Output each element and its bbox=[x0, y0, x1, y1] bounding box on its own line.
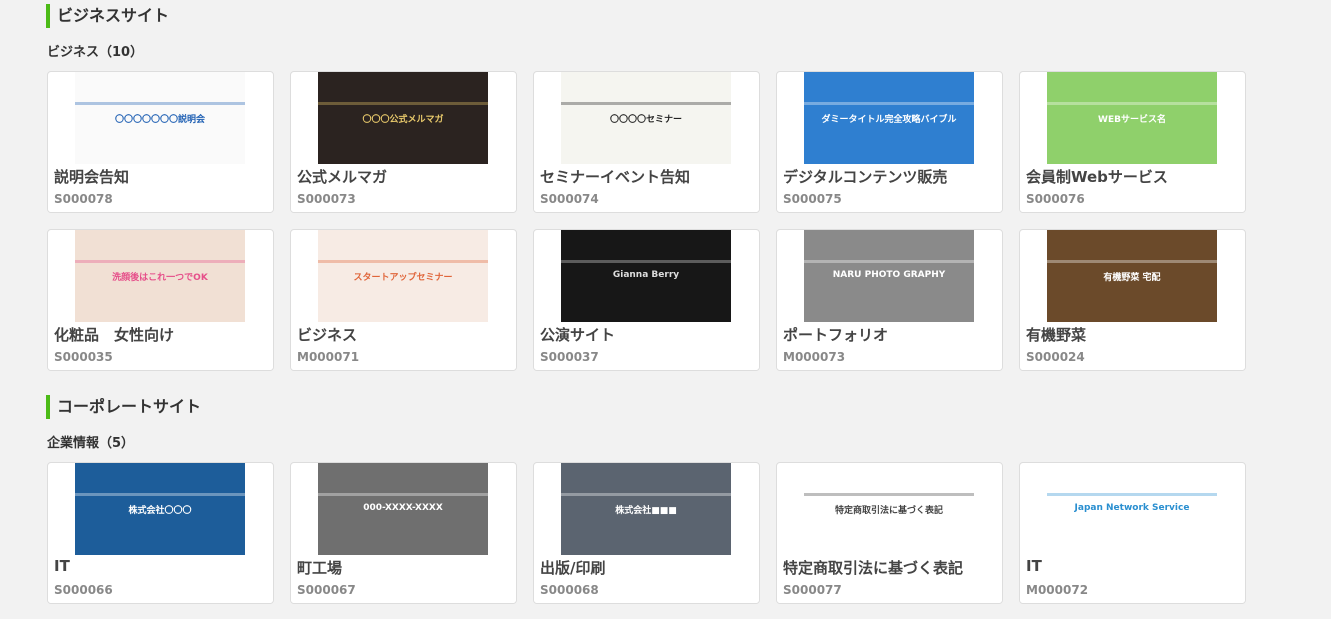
thumbnail-caption: WEBサービス名 bbox=[1098, 115, 1166, 125]
thumbnail-caption: 洗顔後はこれ一つでOK bbox=[112, 273, 208, 283]
template-name: IT bbox=[54, 557, 70, 575]
section-title-corporate-site: コーポレートサイト bbox=[46, 395, 201, 419]
template-card[interactable]: 株式会社■■■ 出版/印刷 S000068 bbox=[533, 462, 760, 604]
template-thumbnail[interactable]: 有機野菜 宅配 bbox=[1047, 230, 1217, 322]
template-card[interactable]: NARU PHOTO GRAPHY ポートフォリオ M000073 bbox=[776, 229, 1003, 371]
template-name: 町工場 bbox=[297, 559, 343, 577]
subtitle-business: ビジネス（10） bbox=[47, 45, 144, 60]
template-thumbnail[interactable]: 〇〇〇〇〇〇〇説明会 bbox=[75, 72, 245, 164]
thumbnail-caption: 〇〇〇公式メルマガ bbox=[362, 115, 444, 125]
template-thumbnail[interactable]: WEBサービス名 bbox=[1047, 72, 1217, 164]
template-name: 出版/印刷 bbox=[540, 559, 606, 577]
thumbnail-accent-band bbox=[318, 102, 488, 105]
template-code: S000076 bbox=[1026, 192, 1085, 206]
thumbnail-accent-band bbox=[1047, 102, 1217, 105]
thumbnail-caption: スタートアップセミナー bbox=[353, 273, 453, 283]
thumbnail-caption: 株式会社■■■ bbox=[615, 506, 677, 516]
template-card[interactable]: 000-XXXX-XXXX 町工場 S000067 bbox=[290, 462, 517, 604]
thumbnail-accent-band bbox=[804, 102, 974, 105]
template-thumbnail[interactable]: 000-XXXX-XXXX bbox=[318, 463, 488, 555]
template-name: セミナーイベント告知 bbox=[540, 168, 691, 186]
thumbnail-accent-band bbox=[561, 260, 731, 263]
template-thumbnail[interactable]: 〇〇〇〇セミナー bbox=[561, 72, 731, 164]
template-thumbnail[interactable]: ダミータイトル完全攻略バイブル bbox=[804, 72, 974, 164]
template-name: IT bbox=[1026, 557, 1042, 575]
thumbnail-accent-band bbox=[1047, 260, 1217, 263]
template-thumbnail[interactable]: Japan Network Service bbox=[1047, 463, 1217, 555]
template-card[interactable]: 有機野菜 宅配有機野菜 S000024 bbox=[1019, 229, 1246, 371]
thumbnail-caption: Japan Network Service bbox=[1074, 503, 1190, 513]
template-thumbnail[interactable]: 特定商取引法に基づく表記 bbox=[804, 463, 974, 555]
template-name: 有機野菜 bbox=[1026, 326, 1087, 344]
thumbnail-caption: 〇〇〇〇セミナー bbox=[609, 115, 682, 125]
template-name: 特定商取引法に基づく表記 bbox=[783, 559, 964, 577]
template-card[interactable]: WEBサービス名会員制Webサービス S000076 bbox=[1019, 71, 1246, 213]
thumbnail-caption: 特定商取引法に基づく表記 bbox=[834, 506, 943, 516]
template-name: 化粧品 女性向け bbox=[54, 326, 175, 344]
thumbnail-accent-band bbox=[318, 493, 488, 496]
thumbnail-caption: 株式会社〇〇〇 bbox=[128, 506, 192, 516]
template-code: S000074 bbox=[540, 192, 599, 206]
template-name: 公演サイト bbox=[540, 326, 616, 344]
thumbnail-caption: ダミータイトル完全攻略バイブル bbox=[821, 115, 957, 125]
template-thumbnail[interactable]: 株式会社■■■ bbox=[561, 463, 731, 555]
template-name: ビジネス bbox=[297, 326, 358, 344]
template-card[interactable]: 〇〇〇〇〇〇〇説明会説明会告知 S000078 bbox=[47, 71, 274, 213]
thumbnail-caption: Gianna Berry bbox=[612, 270, 680, 280]
template-thumbnail[interactable]: Gianna Berry bbox=[561, 230, 731, 322]
template-name: ポートフォリオ bbox=[783, 326, 889, 344]
template-card[interactable]: スタートアップセミナービジネス M000071 bbox=[290, 229, 517, 371]
template-card[interactable]: 〇〇〇〇セミナーセミナーイベント告知 S000074 bbox=[533, 71, 760, 213]
template-name: デジタルコンテンツ販売 bbox=[783, 168, 948, 186]
template-card[interactable]: 特定商取引法に基づく表記 特定商取引法に基づく表記 S000077 bbox=[776, 462, 1003, 604]
thumbnail-caption: 有機野菜 宅配 bbox=[1103, 273, 1161, 283]
thumbnail-caption: 〇〇〇〇〇〇〇説明会 bbox=[114, 115, 205, 125]
template-thumbnail[interactable]: 株式会社〇〇〇 bbox=[75, 463, 245, 555]
template-card[interactable]: 株式会社〇〇〇 IT S000066 bbox=[47, 462, 274, 604]
thumbnail-accent-band bbox=[318, 260, 488, 263]
template-code: S000068 bbox=[540, 583, 599, 597]
thumbnail-caption: 000-XXXX-XXXX bbox=[363, 503, 443, 513]
template-code: M000071 bbox=[297, 350, 360, 364]
template-card[interactable]: Gianna Berry 公演サイト S000037 bbox=[533, 229, 760, 371]
thumbnail-accent-band bbox=[1047, 493, 1217, 496]
template-thumbnail[interactable]: スタートアップセミナー bbox=[318, 230, 488, 322]
thumbnail-accent-band bbox=[804, 493, 974, 496]
section-title-business-site: ビジネスサイト bbox=[46, 4, 169, 28]
template-card[interactable]: ダミータイトル完全攻略バイブルデジタルコンテンツ販売 S000075 bbox=[776, 71, 1003, 213]
template-thumbnail[interactable]: 洗顔後はこれ一つでOK bbox=[75, 230, 245, 322]
template-name: 説明会告知 bbox=[54, 168, 130, 186]
template-code: S000035 bbox=[54, 350, 113, 364]
template-code: S000073 bbox=[297, 192, 356, 206]
thumbnail-accent-band bbox=[804, 260, 974, 263]
thumbnail-accent-band bbox=[561, 102, 731, 105]
template-code: S000066 bbox=[54, 583, 113, 597]
template-code: S000067 bbox=[297, 583, 356, 597]
subtitle-corporate-info: 企業情報（5） bbox=[47, 436, 135, 451]
thumbnail-caption: NARU PHOTO GRAPHY bbox=[832, 270, 946, 280]
template-code: S000078 bbox=[54, 192, 113, 206]
thumbnail-accent-band bbox=[75, 260, 245, 263]
template-code: S000077 bbox=[783, 583, 842, 597]
template-code: S000075 bbox=[783, 192, 842, 206]
template-code: M000073 bbox=[783, 350, 846, 364]
template-name: 会員制Webサービス bbox=[1026, 168, 1168, 186]
thumbnail-accent-band bbox=[561, 493, 731, 496]
template-code: S000037 bbox=[540, 350, 599, 364]
template-thumbnail[interactable]: NARU PHOTO GRAPHY bbox=[804, 230, 974, 322]
template-name: 公式メルマガ bbox=[297, 168, 388, 186]
template-card[interactable]: 洗顔後はこれ一つでOK 化粧品 女性向け S000035 bbox=[47, 229, 274, 371]
template-code: S000024 bbox=[1026, 350, 1085, 364]
template-card[interactable]: 〇〇〇公式メルマガ公式メルマガ S000073 bbox=[290, 71, 517, 213]
thumbnail-accent-band bbox=[75, 102, 245, 105]
template-thumbnail[interactable]: 〇〇〇公式メルマガ bbox=[318, 72, 488, 164]
template-code: M000072 bbox=[1026, 583, 1089, 597]
template-card[interactable]: Japan Network Service IT M000072 bbox=[1019, 462, 1246, 604]
thumbnail-accent-band bbox=[75, 493, 245, 496]
